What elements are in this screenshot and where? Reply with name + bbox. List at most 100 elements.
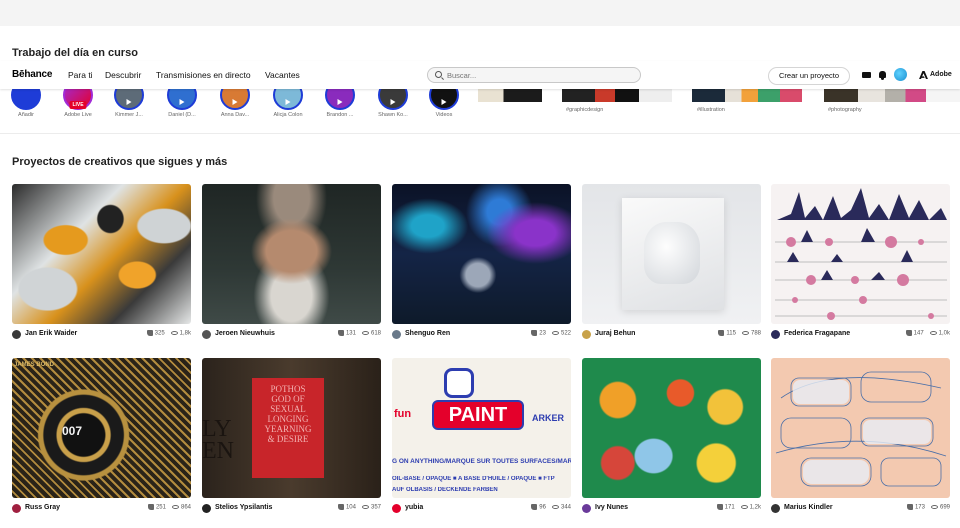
owner-avatar[interactable] <box>392 330 401 339</box>
owner-name[interactable]: Russ Gray <box>25 504 60 511</box>
nav-descubrir[interactable]: Descubrir <box>105 70 141 80</box>
project-card[interactable]: Jan Erik Waider 325 1,8k <box>12 184 191 343</box>
project-thumbnail[interactable] <box>582 358 761 498</box>
project-stats: 173 699 <box>906 504 950 511</box>
project-card[interactable]: LY EN POTHOS GOD OF SEXUAL LONGING YEARNI… <box>202 358 381 517</box>
owner-avatar[interactable] <box>771 504 780 513</box>
eye-icon <box>361 331 369 335</box>
view-count: 1,8k <box>179 330 191 337</box>
owner-name[interactable]: Jan Erik Waider <box>25 330 77 337</box>
view-count: 344 <box>560 504 571 511</box>
project-card[interactable]: Juraj Behun 115 788 <box>582 184 761 343</box>
owner-avatar[interactable] <box>582 330 591 339</box>
owner-name[interactable]: Stelios Ypsilantis <box>215 504 272 511</box>
section-divider <box>0 133 960 134</box>
view-count: 864 <box>180 504 191 511</box>
project-thumbnail[interactable]: JAMES BOND 007 <box>12 358 191 498</box>
poster-text: & DESIRE <box>267 434 309 444</box>
adobe-label[interactable]: Adobe <box>930 71 952 78</box>
owner-avatar[interactable] <box>771 330 780 339</box>
owner-avatar[interactable] <box>392 504 401 513</box>
user-avatar[interactable] <box>894 68 907 81</box>
view-count: 699 <box>939 504 950 511</box>
project-stats: 23 522 <box>531 330 571 337</box>
owner-name[interactable]: Ivy Nunes <box>595 504 628 511</box>
owner-name[interactable]: Marius Kindler <box>784 504 833 511</box>
project-card[interactable]: Marius Kindler 173 699 <box>771 358 950 517</box>
top-bar-background <box>0 0 960 26</box>
site-header: Bēhance Para ti Descubrir Transmisiones … <box>0 61 960 89</box>
nav-para-ti[interactable]: Para ti <box>68 70 93 80</box>
project-thumbnail[interactable] <box>771 358 950 498</box>
nav-vacantes[interactable]: Vacantes <box>265 70 300 80</box>
eye-icon <box>551 505 559 509</box>
poster-text: ARKER <box>532 413 565 423</box>
adobe-icon[interactable] <box>919 71 928 79</box>
feed-title: Proyectos de creativos que sigues y más <box>12 156 228 168</box>
project-card[interactable]: Jeroen Nieuwhuis 131 618 <box>202 184 381 343</box>
poster-text: JAMES BOND <box>14 362 55 368</box>
mail-icon[interactable] <box>862 72 871 78</box>
project-thumbnail[interactable] <box>392 184 571 324</box>
thumbs-up-icon <box>337 504 344 510</box>
behance-logo[interactable]: Bēhance <box>12 69 52 80</box>
project-card[interactable]: Shenguo Ren 23 522 <box>392 184 571 343</box>
view-count: 618 <box>370 330 381 337</box>
thumbs-up-icon <box>146 330 153 336</box>
play-icon <box>179 99 185 105</box>
story-label: Videos <box>435 112 453 118</box>
owner-avatar[interactable] <box>582 504 591 513</box>
poster-text: SEXUAL <box>270 404 306 414</box>
create-project-button[interactable]: Crear un proyecto <box>768 67 850 85</box>
project-card[interactable]: Federica Fragapane 147 1,0k <box>771 184 950 343</box>
daily-work-title: Trabajo del día en curso <box>12 47 138 59</box>
like-count: 251 <box>155 504 166 511</box>
project-card[interactable]: fun PAINT ARKER G ON ANYTHING/MARQUE SUR… <box>392 358 571 517</box>
eye-icon <box>551 331 559 335</box>
poster-left-letters: LY EN <box>202 416 234 464</box>
eye-icon <box>171 505 179 509</box>
project-thumbnail[interactable] <box>771 184 950 324</box>
tag-illustration[interactable]: #illustration <box>697 107 725 113</box>
project-card[interactable]: Ivy Nunes 171 1,2k <box>582 358 761 517</box>
project-thumbnail[interactable]: LY EN POTHOS GOD OF SEXUAL LONGING YEARNI… <box>202 358 381 498</box>
thumbs-up-icon <box>718 330 725 336</box>
thumbs-up-icon <box>531 504 538 510</box>
view-count: 1,2k <box>749 504 761 511</box>
story-label: Adobe Live <box>64 112 92 118</box>
project-thumbnail[interactable] <box>12 184 191 324</box>
poster-text: fun <box>394 408 412 420</box>
tag-photography[interactable]: #photography <box>828 107 862 113</box>
poster-text: OIL-BASE / OPAQUE ■ A BASE D'HUILE / OPA… <box>392 476 555 482</box>
search-box[interactable] <box>427 67 641 83</box>
project-thumbnail[interactable] <box>582 184 761 324</box>
owner-name[interactable]: Juraj Behun <box>595 330 635 337</box>
tag-graphicdesign[interactable]: #graphicdesign <box>566 107 603 113</box>
eye-icon <box>740 505 748 509</box>
poster-text: AUF ÖLBASIS / DECKENDE FARBEN <box>392 487 498 493</box>
owner-name[interactable]: Federica Fragapane <box>784 330 850 337</box>
eye-icon <box>361 505 369 509</box>
project-thumbnail[interactable]: fun PAINT ARKER G ON ANYTHING/MARQUE SUR… <box>392 358 571 498</box>
owner-name[interactable]: Jeroen Nieuwhuis <box>215 330 275 337</box>
bell-icon[interactable] <box>879 71 886 80</box>
view-count: 1,0k <box>938 330 950 337</box>
eye-icon <box>929 331 937 335</box>
play-icon <box>337 99 343 105</box>
project-stats: 147 1,0k <box>905 330 950 337</box>
story-label: Alicja Colon <box>273 112 303 118</box>
nav-transmisiones[interactable]: Transmisiones en directo <box>156 70 251 80</box>
project-stats: 131 618 <box>337 330 381 337</box>
owner-name[interactable]: Shenguo Ren <box>405 330 450 337</box>
owner-avatar[interactable] <box>12 330 21 339</box>
project-card[interactable]: JAMES BOND 007 Russ Gray 251 864 <box>12 358 191 517</box>
search-input[interactable] <box>447 69 627 81</box>
owner-avatar[interactable] <box>12 504 21 513</box>
project-thumbnail[interactable] <box>202 184 381 324</box>
owner-avatar[interactable] <box>202 330 211 339</box>
owner-avatar[interactable] <box>202 504 211 513</box>
poster-text: GOD OF <box>271 394 305 404</box>
project-stats: 104 357 <box>337 504 381 511</box>
owner-name[interactable]: yubia <box>405 504 423 511</box>
eye-icon <box>170 331 178 335</box>
